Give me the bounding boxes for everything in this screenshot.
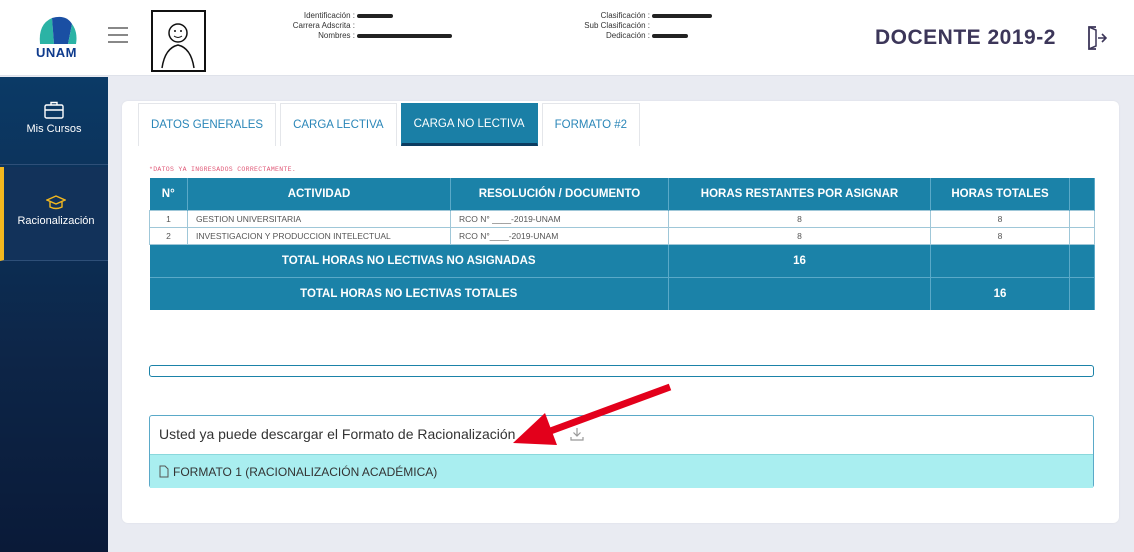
col-header-empty [1069, 178, 1095, 210]
redacted-value [357, 13, 394, 18]
col-header-horas-restantes: HORAS RESTANTES POR ASIGNAR [668, 178, 931, 210]
cell-horas-totales: 8 [930, 209, 1070, 228]
download-icon[interactable] [570, 427, 584, 441]
file-icon [159, 465, 169, 478]
total-no-asignadas-row: TOTAL HORAS NO LECTIVAS NO ASIGNADAS 16 [149, 244, 1095, 277]
tab-carga-no-lectiva[interactable]: CARGA NO LECTIVA [400, 103, 538, 146]
sidebar: Mis Cursos Racionalización [0, 77, 108, 552]
tab-formato-2[interactable]: FORMATO #2 [541, 103, 641, 146]
cell-horas-restantes: 8 [668, 209, 931, 228]
info-label-identificacion: Identificación : [303, 11, 355, 20]
sidebar-item-racionalizacion[interactable]: Racionalización [0, 167, 108, 261]
profile-photo [151, 10, 206, 72]
sidebar-item-label: Racionalización [17, 215, 95, 227]
info-label-carrera: Carrera Adscrita : [292, 21, 355, 30]
total-totales-value: 16 [930, 276, 1070, 310]
info-label-clasificacion: Clasificación : [600, 11, 650, 20]
info-label-nombres: Nombres : [318, 31, 355, 40]
cell-empty [1069, 276, 1095, 310]
table-row: 1 GESTION UNIVERSITARIA RCO N° ____-2019… [149, 209, 1095, 228]
download-item-label: FORMATO 1 (RACIONALIZACIÓN ACADÉMICA) [173, 464, 438, 479]
col-header-actividad: ACTIVIDAD [187, 178, 451, 210]
total-no-asignadas-value: 16 [668, 244, 931, 277]
briefcase-icon [44, 101, 64, 119]
status-note: *DATOS YA INGRESADOS CORRECTAMENTE. [149, 166, 297, 173]
top-bar: UNAM Identificación : Carrera Adscrita :… [0, 0, 1134, 76]
sidebar-item-mis-cursos[interactable]: Mis Cursos [0, 85, 108, 165]
tab-bar: DATOS GENERALES CARGA LECTIVA CARGA NO L… [138, 103, 644, 146]
table-header-row: N° ACTIVIDAD RESOLUCIÓN / DOCUMENTO HORA… [149, 178, 1095, 210]
tab-carga-lectiva[interactable]: CARGA LECTIVA [280, 103, 397, 146]
cell-empty [930, 244, 1070, 277]
info-label-subclasificacion: Sub Clasificación : [584, 21, 650, 30]
teacher-info-left: Identificación : Carrera Adscrita : Nomb… [255, 11, 453, 41]
download-formato-1-link[interactable]: FORMATO 1 (RACIONALIZACIÓN ACADÉMICA) [150, 454, 1093, 488]
total-totales-row: TOTAL HORAS NO LECTIVAS TOTALES 16 [149, 276, 1095, 310]
logo-text: UNAM [36, 45, 77, 60]
activities-table: N° ACTIVIDAD RESOLUCIÓN / DOCUMENTO HORA… [149, 178, 1095, 310]
col-header-n: N° [149, 178, 188, 210]
col-header-horas-totales: HORAS TOTALES [930, 178, 1070, 210]
redacted-value [652, 33, 689, 38]
sidebar-item-label: Mis Cursos [26, 123, 82, 135]
col-header-resolucion: RESOLUCIÓN / DOCUMENTO [450, 178, 669, 210]
main-card: DATOS GENERALES CARGA LECTIVA CARGA NO L… [122, 101, 1119, 523]
cell-empty [668, 276, 931, 310]
download-panel: Usted ya puede descargar el Formato de R… [149, 415, 1094, 488]
cell-resolucion: RCO N°____-2019-UNAM [450, 226, 669, 245]
tab-datos-generales[interactable]: DATOS GENERALES [138, 103, 277, 146]
teacher-info-right: Clasificación : Sub Clasificación : Dedi… [540, 11, 713, 41]
info-label-dedicacion: Dedicación : [605, 31, 650, 40]
graduation-cap-icon [46, 195, 66, 210]
total-no-asignadas-label: TOTAL HORAS NO LECTIVAS NO ASIGNADAS [149, 244, 669, 277]
redacted-value [652, 13, 713, 18]
redacted-value [357, 33, 453, 38]
cell-horas-totales: 8 [930, 226, 1070, 245]
table-row: 2 INVESTIGACION Y PRODUCCION INTELECTUAL… [149, 226, 1095, 245]
page-title: DOCENTE 2019-2 [875, 26, 1056, 49]
cell-empty [1069, 244, 1095, 277]
cell-resolucion: RCO N° ____-2019-UNAM [450, 209, 669, 228]
cell-horas-restantes: 8 [668, 226, 931, 245]
cell-n: 2 [149, 226, 188, 245]
cell-empty [1069, 226, 1095, 245]
unam-logo: UNAM [32, 14, 84, 64]
cell-actividad: GESTION UNIVERSITARIA [187, 209, 451, 228]
menu-toggle-button[interactable] [108, 27, 128, 43]
total-totales-label: TOTAL HORAS NO LECTIVAS TOTALES [149, 276, 669, 310]
download-title: Usted ya puede descargar el Formato de R… [159, 426, 516, 442]
logout-icon[interactable] [1087, 25, 1108, 51]
empty-panel [149, 365, 1094, 377]
cell-actividad: INVESTIGACION Y PRODUCCION INTELECTUAL [187, 226, 451, 245]
cell-n: 1 [149, 209, 188, 228]
cell-empty [1069, 209, 1095, 228]
